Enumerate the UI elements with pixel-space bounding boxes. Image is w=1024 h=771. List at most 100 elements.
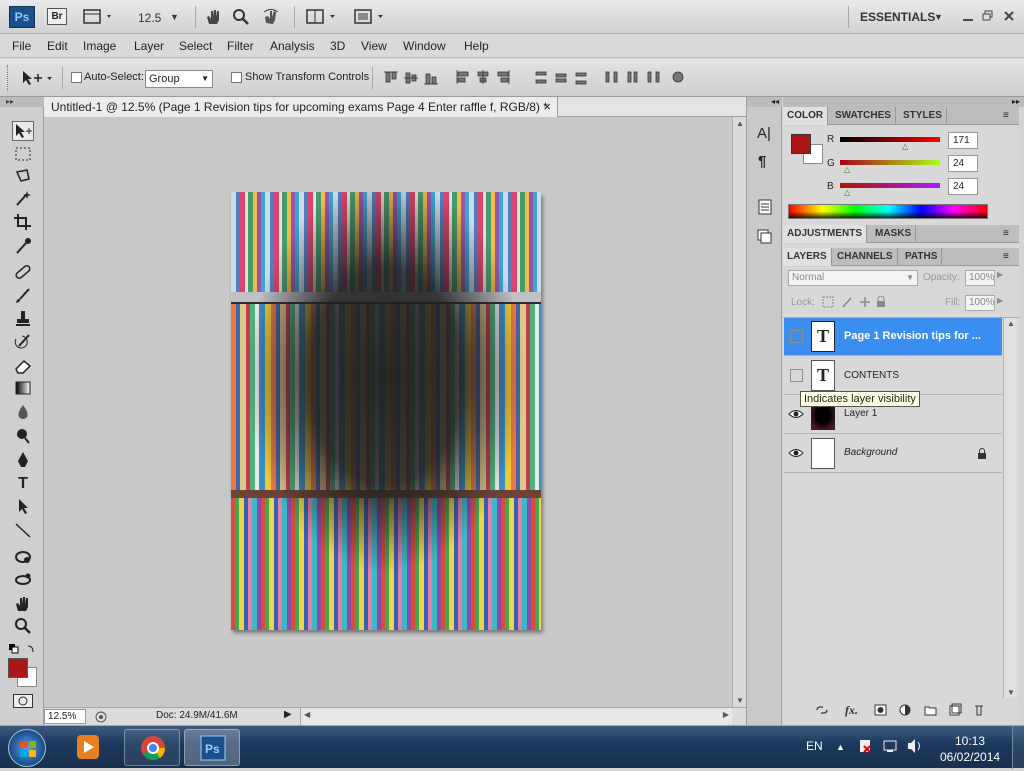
tab-paths[interactable]: PATHS bbox=[901, 248, 943, 266]
menu-help[interactable]: Help bbox=[464, 39, 489, 53]
status-menu-arrow[interactable]: ▶ bbox=[284, 709, 292, 720]
layer-row-page1[interactable]: T Page 1 Revision tips for ... bbox=[784, 318, 1002, 356]
taskbar-media-player-icon[interactable] bbox=[60, 729, 116, 766]
clock-date[interactable]: 06/02/2014 bbox=[940, 750, 1000, 764]
status-icon[interactable] bbox=[94, 710, 108, 724]
b-slider-handle[interactable]: △ bbox=[844, 188, 850, 197]
dock-expand-icon[interactable]: ◂◂ bbox=[747, 97, 782, 107]
layers-panel-menu-icon[interactable]: ≡ bbox=[1003, 251, 1009, 262]
line-tool-icon[interactable] bbox=[12, 521, 34, 541]
menu-image[interactable]: Image bbox=[83, 39, 116, 53]
document-tab[interactable]: Untitled-1 @ 12.5% (Page 1 Revision tips… bbox=[44, 97, 558, 117]
adjustments-menu-icon[interactable]: ≡ bbox=[1003, 228, 1009, 239]
lock-icons[interactable] bbox=[821, 295, 895, 308]
menu-filter[interactable]: Filter bbox=[227, 39, 254, 53]
g-slider[interactable] bbox=[840, 160, 940, 165]
lasso-tool-icon[interactable] bbox=[12, 167, 34, 187]
g-slider-handle[interactable]: △ bbox=[844, 165, 850, 174]
brush-tool-icon[interactable] bbox=[12, 287, 34, 307]
close-document-icon[interactable]: × bbox=[543, 99, 551, 114]
show-desktop-button[interactable] bbox=[1012, 726, 1024, 769]
dodge-tool-icon[interactable] bbox=[12, 427, 34, 447]
fill-field[interactable]: 100% bbox=[965, 295, 995, 311]
tab-adjustments[interactable]: ADJUSTMENTS bbox=[783, 225, 868, 243]
color-panel-menu-icon[interactable]: ≡ bbox=[1003, 110, 1009, 121]
menu-layer[interactable]: Layer bbox=[134, 39, 164, 53]
taskbar-chrome-icon[interactable] bbox=[124, 729, 180, 766]
default-colors-icon[interactable] bbox=[8, 643, 38, 657]
foreground-color-swatch[interactable] bbox=[8, 658, 28, 678]
eyedropper-tool-icon[interactable] bbox=[12, 237, 34, 257]
layer-comps-icon[interactable] bbox=[757, 229, 773, 245]
visibility-toggle[interactable] bbox=[790, 369, 803, 382]
type-tool-icon[interactable]: T bbox=[12, 474, 34, 494]
zoom-level-dropdown[interactable]: 12.5 ▼ bbox=[138, 8, 182, 26]
auto-select-checkbox[interactable] bbox=[71, 72, 82, 83]
menu-analysis[interactable]: Analysis bbox=[270, 39, 315, 53]
menu-window[interactable]: Window bbox=[403, 39, 446, 53]
tab-layers[interactable]: LAYERS bbox=[783, 248, 832, 266]
layer-row-background[interactable]: Background bbox=[784, 435, 1002, 473]
taskbar-photoshop-icon[interactable]: Ps bbox=[184, 729, 240, 766]
opacity-field[interactable]: 100% bbox=[965, 270, 995, 286]
menu-edit[interactable]: Edit bbox=[47, 39, 68, 53]
paragraph-panel-icon[interactable]: ¶ bbox=[758, 153, 774, 171]
quick-selection-tool-icon[interactable] bbox=[12, 189, 34, 209]
zoom-tool-icon[interactable] bbox=[12, 617, 34, 637]
show-hidden-icons[interactable]: ▲ bbox=[836, 742, 845, 752]
tools-collapse-icon[interactable]: ▸▸ bbox=[0, 97, 44, 107]
menu-3d[interactable]: 3D bbox=[330, 39, 345, 53]
panels-collapse-icon[interactable]: ▸▸ bbox=[783, 97, 1024, 107]
zoom-tool-icon[interactable] bbox=[232, 8, 250, 26]
tab-masks[interactable]: MASKS bbox=[871, 225, 917, 243]
bridge-button[interactable]: Br bbox=[47, 8, 67, 25]
3d-orbit-tool-icon[interactable] bbox=[12, 571, 34, 591]
tab-swatches[interactable]: SWATCHES bbox=[831, 107, 896, 125]
horizontal-scrollbar[interactable]: ◀ ▶ bbox=[300, 708, 732, 725]
r-value-field[interactable]: 171 bbox=[948, 132, 978, 149]
foreground-color-chip[interactable] bbox=[791, 134, 811, 154]
vertical-scrollbar[interactable]: ▲ ▼ bbox=[732, 117, 746, 707]
g-value-field[interactable]: 24 bbox=[948, 155, 978, 172]
history-brush-tool-icon[interactable] bbox=[12, 333, 34, 353]
menu-view[interactable]: View bbox=[361, 39, 387, 53]
path-selection-tool-icon[interactable] bbox=[12, 497, 34, 517]
clock-time[interactable]: 10:13 bbox=[955, 734, 985, 748]
b-value-field[interactable]: 24 bbox=[948, 178, 978, 195]
healing-brush-tool-icon[interactable] bbox=[12, 263, 34, 283]
workspace-switcher[interactable]: ESSENTIALS ▼ bbox=[860, 8, 950, 26]
character-panel-icon[interactable]: A| bbox=[757, 125, 773, 143]
quick-mask-icon[interactable] bbox=[13, 694, 33, 708]
language-indicator[interactable]: EN bbox=[806, 739, 823, 753]
eraser-tool-icon[interactable] bbox=[12, 357, 34, 377]
hand-tool-icon[interactable] bbox=[204, 8, 222, 26]
move-tool-icon[interactable] bbox=[12, 121, 34, 141]
zoom-percentage-field[interactable]: 12.5% bbox=[44, 709, 86, 724]
menu-file[interactable]: File bbox=[12, 39, 31, 53]
rotate-view-icon[interactable] bbox=[262, 8, 280, 26]
gradient-tool-icon[interactable] bbox=[12, 379, 34, 399]
color-spectrum-ramp[interactable] bbox=[788, 204, 988, 219]
screen-mode-icon[interactable] bbox=[354, 8, 390, 26]
mini-bridge-icon[interactable] bbox=[83, 8, 113, 26]
document-canvas[interactable] bbox=[231, 192, 541, 630]
b-slider[interactable] bbox=[840, 183, 940, 188]
layer-row-contents[interactable]: T CONTENTS bbox=[784, 357, 1002, 395]
3d-rotate-tool-icon[interactable] bbox=[12, 548, 34, 568]
hand-tool-icon[interactable] bbox=[12, 595, 34, 615]
visibility-toggle[interactable] bbox=[790, 330, 803, 343]
pen-tool-icon[interactable] bbox=[12, 451, 34, 471]
blur-tool-icon[interactable] bbox=[12, 403, 34, 423]
eye-icon[interactable] bbox=[788, 446, 804, 460]
show-transform-checkbox[interactable] bbox=[231, 72, 242, 83]
start-button[interactable] bbox=[8, 729, 46, 767]
clone-stamp-tool-icon[interactable] bbox=[12, 309, 34, 329]
r-slider-handle[interactable]: △ bbox=[902, 142, 908, 151]
system-tray-icons[interactable] bbox=[858, 738, 938, 754]
tab-color[interactable]: COLOR bbox=[783, 107, 829, 125]
marquee-tool-icon[interactable] bbox=[12, 145, 34, 165]
blend-mode-dropdown[interactable]: Normal ▼ bbox=[788, 270, 918, 286]
close-icon[interactable] bbox=[1003, 8, 1017, 26]
restore-icon[interactable] bbox=[982, 8, 996, 26]
minimize-icon[interactable] bbox=[962, 8, 976, 26]
